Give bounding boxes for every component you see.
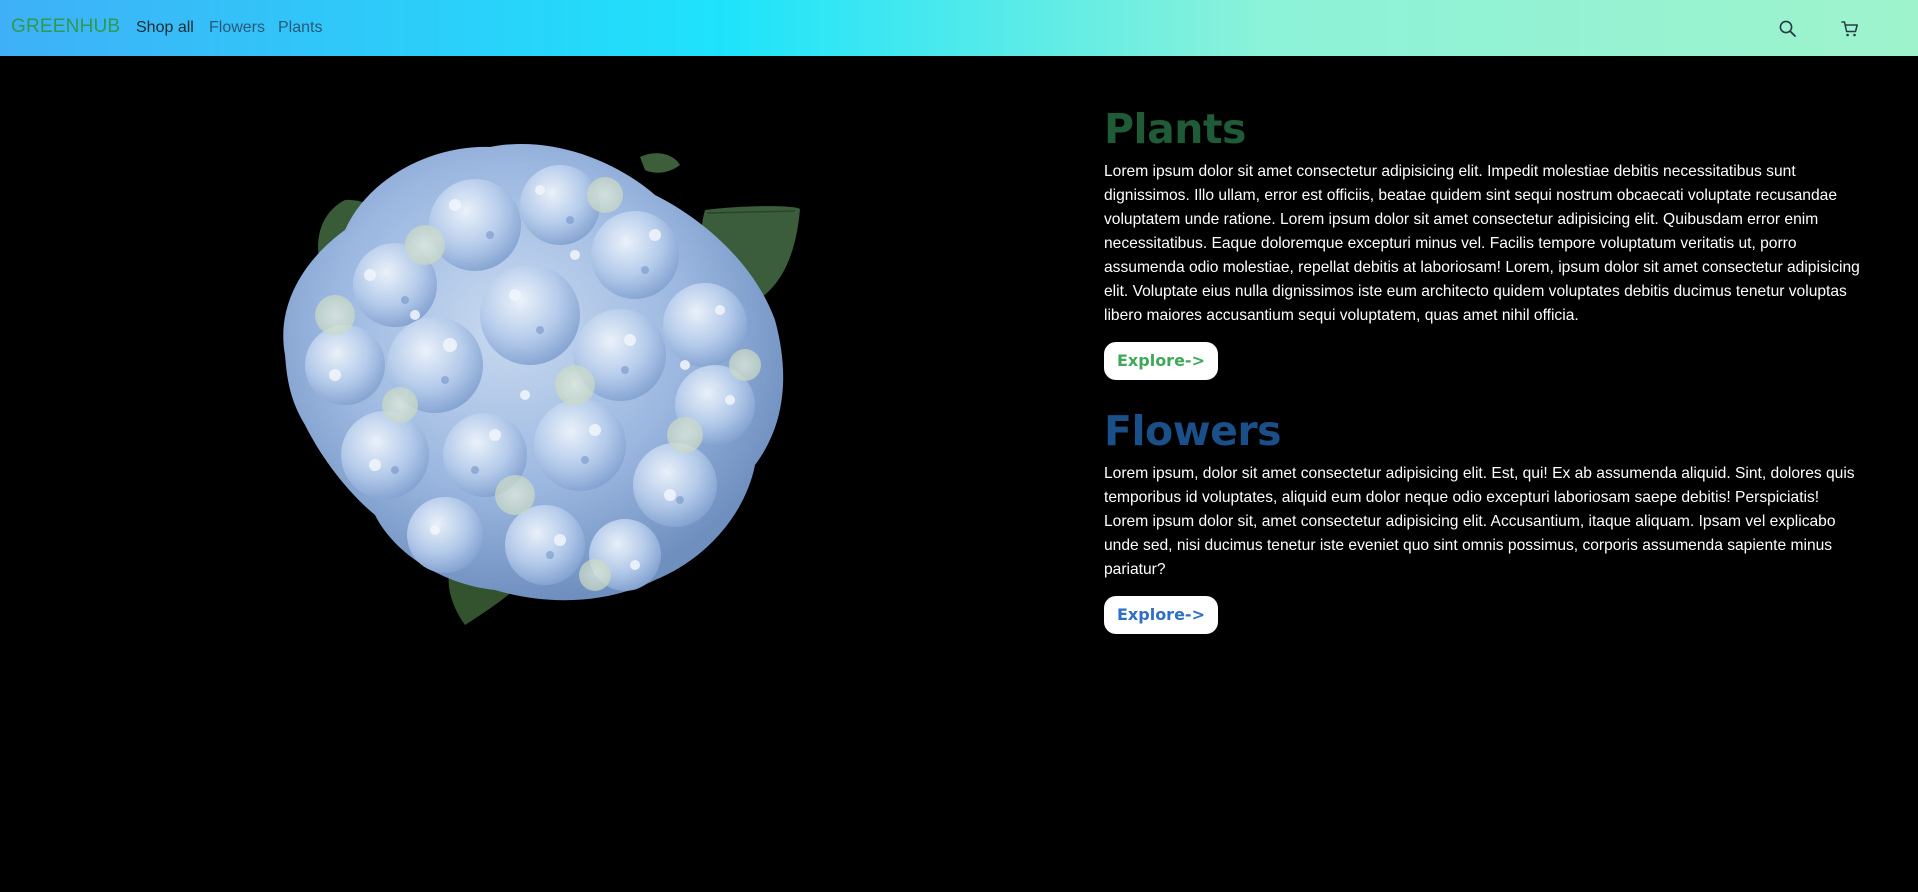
flowers-description: Lorem ipsum, dolor sit amet consectetur … (1104, 465, 1855, 578)
top-navbar: GREENHUB Shop all Flowers Plants (0, 0, 1918, 56)
brand-logo[interactable]: GREENHUB (11, 16, 120, 38)
nav-link-flowers[interactable]: Flowers (209, 19, 265, 37)
plants-explore-button[interactable]: Explore-> (1104, 342, 1218, 380)
hydrangea-image (275, 135, 815, 625)
search-icon[interactable] (1778, 19, 1798, 39)
hydrangea-illustration (283, 143, 800, 625)
flowers-section: Flowers Lorem ipsum, dolor sit amet cons… (1104, 408, 1864, 634)
flowers-explore-button[interactable]: Explore-> (1104, 596, 1218, 634)
plants-heading: Plants (1104, 105, 1246, 153)
flowers-heading: Flowers (1104, 407, 1282, 455)
nav-link-shop-all[interactable]: Shop all (136, 19, 194, 37)
cart-icon[interactable] (1840, 19, 1860, 39)
plants-description: Lorem ipsum dolor sit amet consectetur a… (1104, 163, 1860, 324)
nav-link-plants[interactable]: Plants (278, 19, 322, 37)
plants-section: Plants Lorem ipsum dolor sit amet consec… (1104, 106, 1864, 380)
